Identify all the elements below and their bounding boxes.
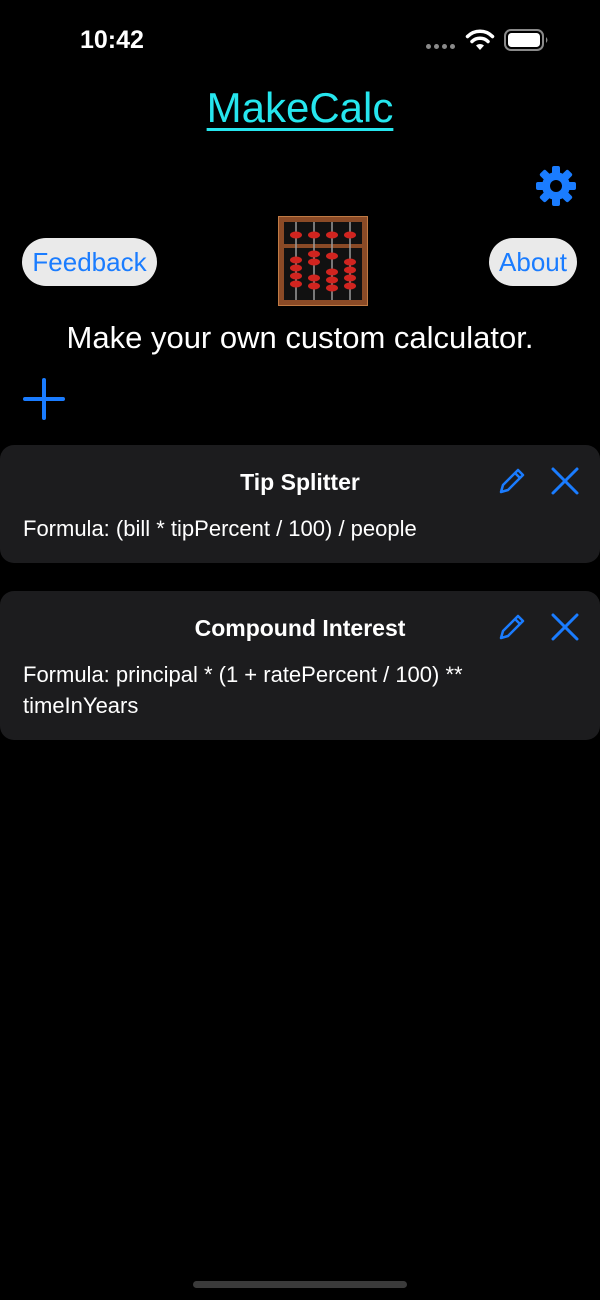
close-icon[interactable]	[549, 611, 581, 643]
calculator-card[interactable]: Compound Interest Formula: principal * (…	[0, 591, 600, 740]
cellular-signal-icon	[426, 44, 455, 49]
calculator-formula: Formula: principal * (1 + ratePercent / …	[23, 662, 463, 718]
abacus-logo	[278, 216, 368, 306]
about-button[interactable]: About	[489, 238, 577, 286]
status-time: 10:42	[80, 26, 144, 54]
feedback-button[interactable]: Feedback	[22, 238, 157, 286]
pencil-icon[interactable]	[496, 611, 528, 643]
gear-icon[interactable]	[534, 164, 578, 208]
battery-icon	[504, 29, 548, 51]
plus-icon[interactable]	[22, 377, 66, 421]
app-title-link[interactable]: MakeCalc	[0, 84, 600, 132]
calculator-card[interactable]: Tip Splitter Formula: (bill * tipPercent…	[0, 445, 600, 563]
close-icon[interactable]	[549, 465, 581, 497]
subtitle-text: Make your own custom calculator.	[66, 320, 534, 355]
pencil-icon[interactable]	[496, 465, 528, 497]
calculator-formula: Formula: (bill * tipPercent / 100) / peo…	[23, 516, 417, 541]
wifi-icon	[465, 29, 495, 50]
home-indicator[interactable]	[193, 1281, 407, 1288]
